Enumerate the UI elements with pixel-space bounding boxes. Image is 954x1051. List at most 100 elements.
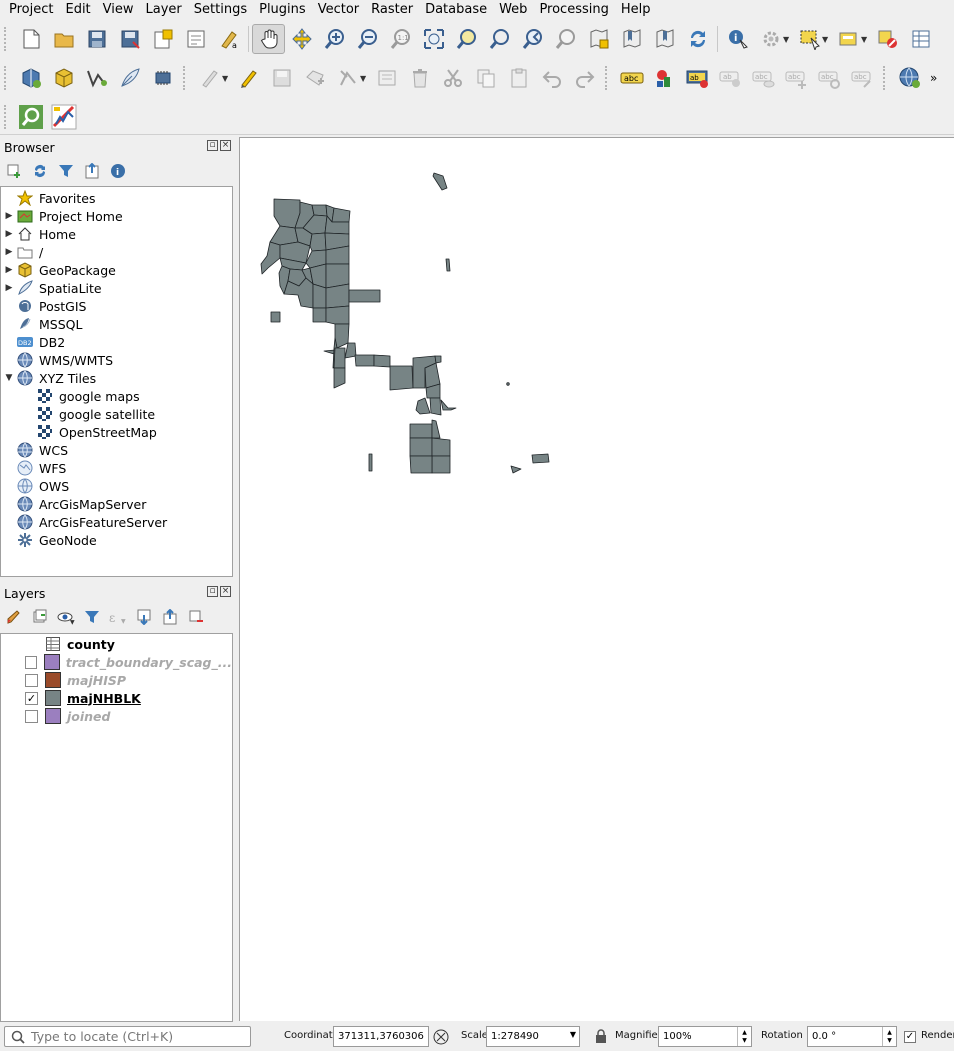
modify-attributes-button[interactable] xyxy=(370,63,403,93)
select-by-value-button[interactable] xyxy=(832,24,865,54)
browser-item-google-satellite[interactable]: google satellite xyxy=(1,405,232,423)
refresh-button[interactable] xyxy=(681,24,714,54)
new-temporary-layer-button[interactable] xyxy=(146,63,179,93)
browser-item-openstreetmap[interactable]: OpenStreetMap xyxy=(1,423,232,441)
menu-database[interactable]: Database xyxy=(419,0,493,20)
locator-search-input[interactable]: Type to locate (Ctrl+K) xyxy=(4,1026,251,1047)
tract-polygon[interactable] xyxy=(409,455,433,474)
layer-visibility-checkbox[interactable] xyxy=(25,673,38,687)
browser-refresh-button[interactable] xyxy=(30,161,50,181)
mouse-coordinate-toggle-icon[interactable] xyxy=(432,1028,450,1046)
collapsed-arrow-icon[interactable]: ▶ xyxy=(1,283,17,293)
delete-selected-button[interactable] xyxy=(403,63,436,93)
paste-features-button[interactable] xyxy=(502,63,535,93)
save-project-button[interactable] xyxy=(80,24,113,54)
layer-item-tract-boundary-scag[interactable]: tract_boundary_scag_... xyxy=(1,653,232,671)
toolbar-overflow-icon[interactable]: » xyxy=(930,71,937,85)
browser-item-geonode[interactable]: GeoNode xyxy=(1,531,232,549)
save-as-button[interactable] xyxy=(113,24,146,54)
add-selected-layers-button[interactable] xyxy=(4,161,24,181)
layer-item-majhisp[interactable]: majHISP xyxy=(1,671,232,689)
expand-all-button[interactable] xyxy=(134,607,154,627)
tract-polygon[interactable] xyxy=(434,355,442,364)
plugin-tool-button[interactable] xyxy=(47,102,80,132)
close-panel-icon[interactable]: × xyxy=(220,140,231,151)
tract-polygon[interactable] xyxy=(431,455,451,474)
open-styling-button[interactable] xyxy=(4,607,24,627)
toggle-editing-button[interactable] xyxy=(232,63,265,93)
new-geopackage-button[interactable] xyxy=(47,63,80,93)
remove-layer-button[interactable] xyxy=(186,607,206,627)
zoom-to-layer-button[interactable] xyxy=(483,24,516,54)
new-spatialite-button[interactable] xyxy=(113,63,146,93)
run-action-button[interactable] xyxy=(754,24,787,54)
pin-labels-button[interactable]: ab xyxy=(714,63,747,93)
tract-polygon[interactable] xyxy=(445,258,451,272)
browser-item-[interactable]: ▶ / xyxy=(1,243,232,261)
deselect-all-button[interactable] xyxy=(871,24,904,54)
coordinate-field[interactable]: 371311,3760306 xyxy=(333,1026,429,1047)
tract-polygon[interactable] xyxy=(440,399,457,411)
identify-button[interactable]: i xyxy=(721,24,754,54)
new-bookmark-button[interactable] xyxy=(615,24,648,54)
current-edits-button[interactable] xyxy=(193,63,226,93)
browser-item-home[interactable]: ▶ Home xyxy=(1,225,232,243)
zoom-native-button[interactable]: 1:1 xyxy=(384,24,417,54)
tract-polygon[interactable] xyxy=(331,207,351,223)
browser-item-ows[interactable]: OWS xyxy=(1,477,232,495)
menu-web[interactable]: Web xyxy=(493,0,533,20)
tract-polygon[interactable] xyxy=(415,397,431,415)
layer-diagram-button[interactable] xyxy=(648,63,681,93)
pan-map-button[interactable] xyxy=(252,24,285,54)
menu-layer[interactable]: Layer xyxy=(140,0,188,20)
properties-button[interactable]: i xyxy=(108,161,128,181)
toolbar-grip[interactable] xyxy=(605,66,609,90)
browser-item-favorites[interactable]: Favorites xyxy=(1,189,232,207)
browser-item-spatialite[interactable]: ▶ SpatiaLite xyxy=(1,279,232,297)
tract-polygon[interactable] xyxy=(368,453,373,472)
tract-polygon[interactable] xyxy=(409,437,433,457)
zoom-next-button[interactable] xyxy=(549,24,582,54)
filter-by-expression-button[interactable]: ε ▼ xyxy=(108,607,128,627)
new-project-button[interactable] xyxy=(14,24,47,54)
locator-search-button[interactable] xyxy=(14,102,47,132)
spin-arrows-icon[interactable]: ▲ ▼ xyxy=(737,1027,751,1046)
tract-polygon[interactable] xyxy=(260,241,281,275)
layer-item-county[interactable]: county xyxy=(1,635,232,653)
collapse-all-button[interactable] xyxy=(82,161,102,181)
toolbar-grip[interactable] xyxy=(4,27,8,51)
toolbar-grip[interactable] xyxy=(4,66,8,90)
data-source-manager-button[interactable] xyxy=(14,63,47,93)
zoom-last-button[interactable] xyxy=(516,24,549,54)
save-edits-button[interactable] xyxy=(265,63,298,93)
copy-features-button[interactable] xyxy=(469,63,502,93)
select-features-button[interactable] xyxy=(793,24,826,54)
layout-manager-button[interactable] xyxy=(179,24,212,54)
open-project-button[interactable] xyxy=(47,24,80,54)
tract-polygon[interactable] xyxy=(429,397,442,416)
collapse-all-layers-button[interactable] xyxy=(160,607,180,627)
tract-polygon[interactable] xyxy=(389,365,414,391)
quickmapservices-button[interactable] xyxy=(893,63,926,93)
layer-labeling-button[interactable]: abc xyxy=(615,63,648,93)
layer-item-joined[interactable]: joined xyxy=(1,707,232,725)
move-label-button[interactable]: abc xyxy=(780,63,813,93)
menu-processing[interactable]: Processing xyxy=(533,0,614,20)
tract-polygon[interactable] xyxy=(325,305,350,325)
tract-polygon[interactable] xyxy=(531,453,550,464)
collapsed-arrow-icon[interactable]: ▶ xyxy=(1,265,17,275)
show-bookmarks-button[interactable] xyxy=(648,24,681,54)
tract-polygon[interactable] xyxy=(409,423,433,439)
filter-legend-button[interactable] xyxy=(82,607,102,627)
menu-view[interactable]: View xyxy=(97,0,140,20)
expanded-arrow-icon[interactable]: ▼ xyxy=(1,373,17,383)
browser-item-mssql[interactable]: MSSQL xyxy=(1,315,232,333)
tract-polygon[interactable] xyxy=(309,232,327,252)
browser-item-db2[interactable]: DB2 DB2 xyxy=(1,333,232,351)
menu-project[interactable]: Project xyxy=(3,0,59,20)
redo-button[interactable] xyxy=(568,63,601,93)
toolbar-grip[interactable] xyxy=(883,66,887,90)
new-print-layout-button[interactable] xyxy=(146,24,179,54)
highlight-pinned-labels-button[interactable]: ab xyxy=(681,63,714,93)
menu-help[interactable]: Help xyxy=(615,0,657,20)
